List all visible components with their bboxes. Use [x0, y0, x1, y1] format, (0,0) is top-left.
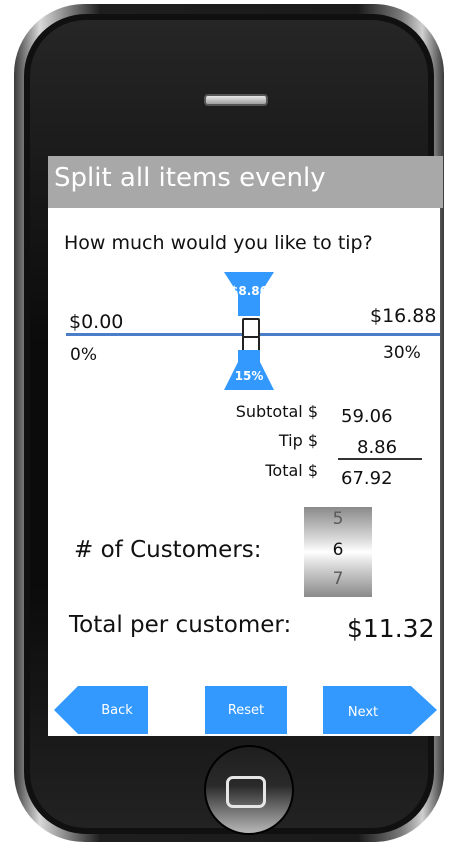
tip-amount-label: $8.86 [230, 284, 268, 298]
home-square-icon [226, 776, 266, 808]
page-title: Split all items evenly [54, 163, 326, 193]
tip-label: Tip $ [278, 431, 318, 450]
per-customer-value: $11.32 [347, 614, 435, 643]
slider-max-percent: 30% [383, 343, 421, 363]
tip-value: 8.86 [357, 437, 398, 458]
picker-option[interactable]: 5 [304, 509, 372, 529]
back-button-label: Back [101, 703, 133, 718]
subtotal-value: 59.06 [341, 406, 393, 427]
slider-min-percent: 0% [70, 345, 97, 365]
per-customer-label: Total per customer: [69, 612, 292, 638]
customers-label: # of Customers: [74, 537, 262, 563]
speaker-icon [204, 94, 268, 106]
reset-button-label: Reset [227, 703, 265, 718]
slider-handle-top[interactable] [242, 318, 260, 338]
total-value: 67.92 [341, 468, 393, 489]
slider-max-amount: $16.88 [370, 305, 437, 327]
tip-question: How much would you like to tip? [64, 232, 373, 254]
subtotal-label: Subtotal $ [235, 402, 318, 421]
picker-option[interactable]: 7 [304, 569, 372, 589]
tip-percent-label: 15% [234, 369, 264, 383]
sum-divider [338, 458, 422, 460]
total-label: Total $ [265, 461, 318, 480]
slider-min-amount: $0.00 [69, 311, 124, 333]
picker-option-selected[interactable]: 6 [304, 540, 372, 560]
next-button-label: Next [347, 705, 379, 720]
